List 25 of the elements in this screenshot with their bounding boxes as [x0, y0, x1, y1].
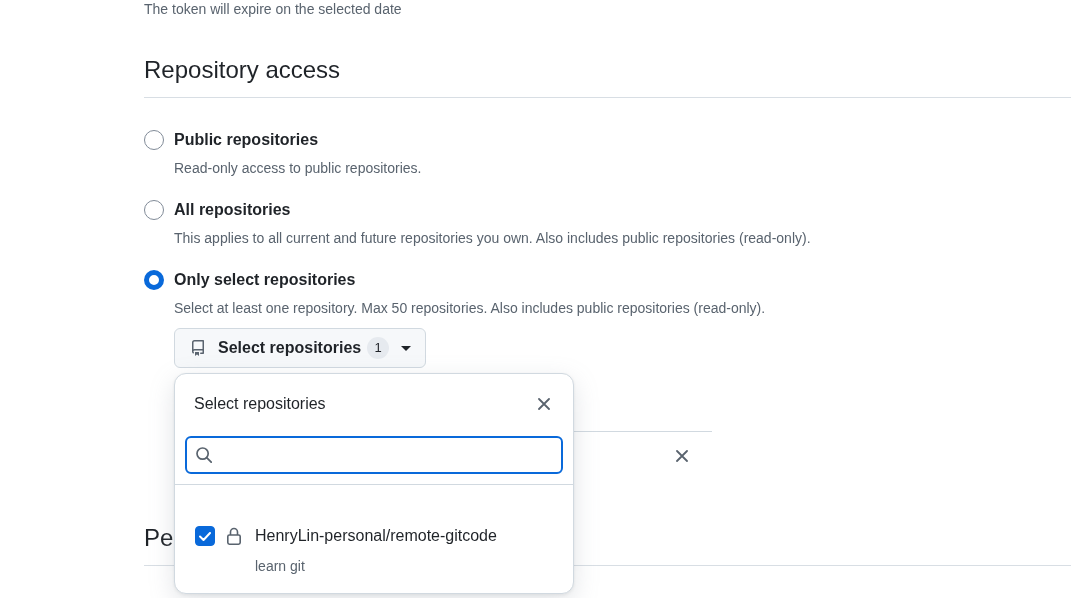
close-icon [676, 449, 688, 462]
search-icon [196, 447, 212, 463]
count-badge: 1 [367, 337, 390, 359]
option-description: Read-only access to public repositories. [174, 159, 422, 178]
radio-button[interactable] [144, 270, 164, 290]
hint-text: The token will expire on the selected date [144, 0, 402, 18]
repository-description: learn git [255, 557, 305, 576]
option-label: Only select repositories [174, 270, 356, 290]
section-heading: Repository access [144, 55, 341, 85]
checkbox[interactable] [195, 526, 215, 546]
option-label: All repositories [174, 200, 291, 220]
section-heading: Pe [144, 523, 174, 553]
select-repositories-button[interactable]: Select repositories 1 [174, 328, 427, 368]
radio-button[interactable] [144, 200, 164, 220]
caret-icon [401, 345, 412, 351]
repository-name: HenryLin-personal/remote-gitcode [255, 526, 497, 546]
option-description: Select at least one repository. Max 50 repositories. Also includes public repositories (read-only). [174, 299, 766, 318]
option-description: This applies to all current and future repositories you own. Also includes public repositories (read-only). [174, 229, 811, 248]
checkmark-icon [199, 531, 211, 541]
option-label: Public repositories [174, 130, 319, 150]
radio-button[interactable] [144, 130, 164, 150]
close-icon [538, 398, 550, 410]
search-field[interactable] [185, 436, 563, 474]
book-icon [192, 340, 204, 356]
popup-title: Select repositories [194, 394, 326, 414]
